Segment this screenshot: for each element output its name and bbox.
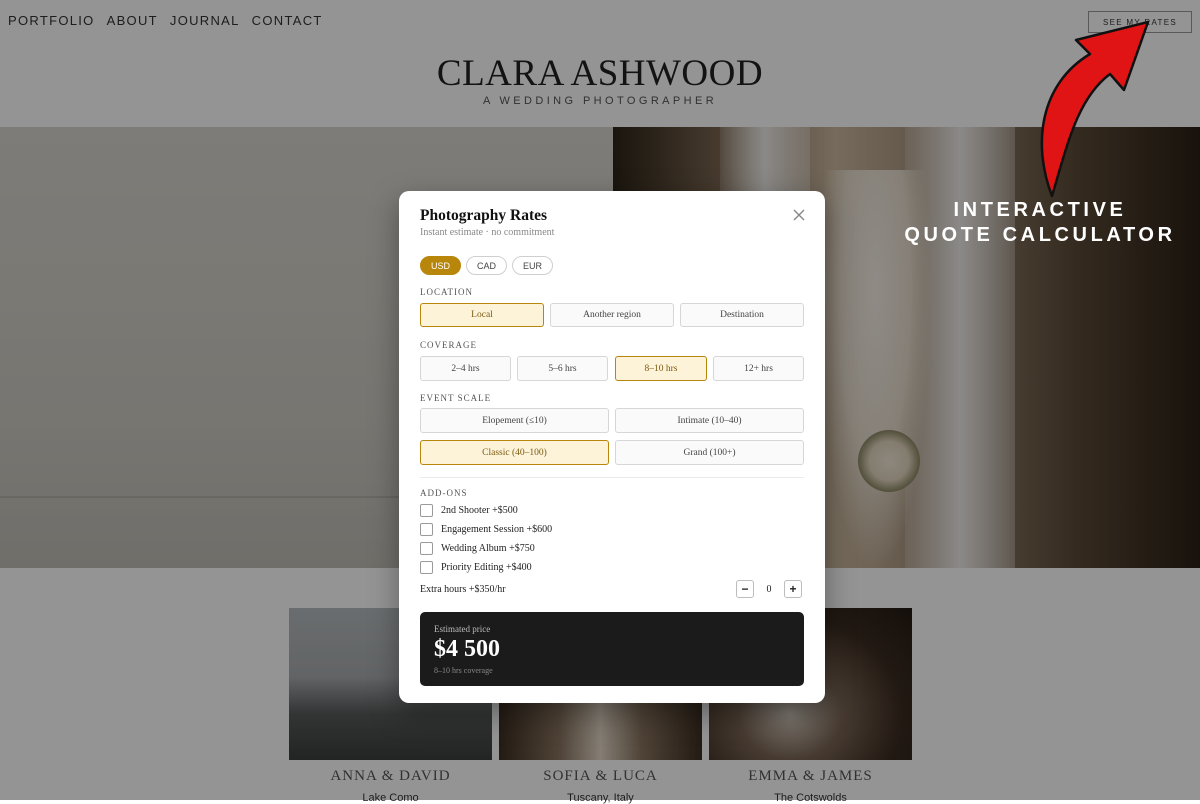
extra-hours-stepper: − 0 + <box>736 580 802 598</box>
addon-checkbox[interactable] <box>420 523 433 536</box>
extra-hours-label: Extra hours +$350/hr <box>420 584 506 595</box>
currency-cad[interactable]: CAD <box>466 256 508 275</box>
currency-selector: USD CAD EUR <box>420 256 554 275</box>
scale-elopement[interactable]: Elopement (≤10) <box>420 408 609 433</box>
coverage-5-6-hrs[interactable]: 5–6 hrs <box>517 356 608 381</box>
location-local[interactable]: Local <box>420 303 544 327</box>
addon-checkbox[interactable] <box>420 542 433 555</box>
modal-subtitle: Instant estimate · no commitment <box>420 227 555 238</box>
coverage-2-4-hrs[interactable]: 2–4 hrs <box>420 356 511 381</box>
location-another-region[interactable]: Another region <box>550 303 674 327</box>
section-divider <box>420 477 804 478</box>
addon-engagement-session[interactable]: Engagement Session +$600 <box>420 523 552 536</box>
scale-intimate[interactable]: Intimate (10–40) <box>615 408 804 433</box>
addon-wedding-album[interactable]: Wedding Album +$750 <box>420 542 535 555</box>
event-scale-label: EVENT SCALE <box>420 393 492 403</box>
addon-checkbox[interactable] <box>420 504 433 517</box>
scale-classic[interactable]: Classic (40–100) <box>420 440 609 465</box>
close-icon[interactable] <box>791 207 807 223</box>
estimate-panel: Estimated price $4 500 8–10 hrs coverage <box>420 612 804 686</box>
promo-caption: INTERACTIVE QUOTE CALCULATOR <box>900 198 1180 248</box>
addon-2nd-shooter[interactable]: 2nd Shooter +$500 <box>420 504 518 517</box>
addons-label: ADD-ONS <box>420 488 468 498</box>
currency-usd[interactable]: USD <box>420 256 462 275</box>
addon-priority-editing[interactable]: Priority Editing +$400 <box>420 561 532 574</box>
increment-button[interactable]: + <box>784 580 802 598</box>
rates-modal: Photography Rates Instant estimate · no … <box>399 191 825 703</box>
coverage-label: COVERAGE <box>420 340 477 350</box>
currency-eur[interactable]: EUR <box>512 256 554 275</box>
addon-label: Wedding Album +$750 <box>441 543 535 554</box>
red-arrow-icon <box>1040 20 1150 198</box>
addon-label: 2nd Shooter +$500 <box>441 505 518 516</box>
modal-title: Photography Rates <box>420 207 548 224</box>
location-label: LOCATION <box>420 287 473 297</box>
promo-line-2: QUOTE CALCULATOR <box>904 224 1176 246</box>
scale-grand[interactable]: Grand (100+) <box>615 440 804 465</box>
extra-hours-value: 0 <box>766 583 772 595</box>
addon-label: Engagement Session +$600 <box>441 524 553 535</box>
coverage-12-plus-hrs[interactable]: 12+ hrs <box>713 356 804 381</box>
estimate-label: Estimated price <box>434 624 491 634</box>
addon-label: Priority Editing +$400 <box>441 562 532 573</box>
estimate-amount: $4 500 <box>434 636 500 662</box>
addon-checkbox[interactable] <box>420 561 433 574</box>
coverage-8-10-hrs[interactable]: 8–10 hrs <box>615 356 707 381</box>
decrement-button[interactable]: − <box>736 580 754 598</box>
estimate-note: 8–10 hrs coverage <box>434 666 493 675</box>
location-destination[interactable]: Destination <box>680 303 804 327</box>
